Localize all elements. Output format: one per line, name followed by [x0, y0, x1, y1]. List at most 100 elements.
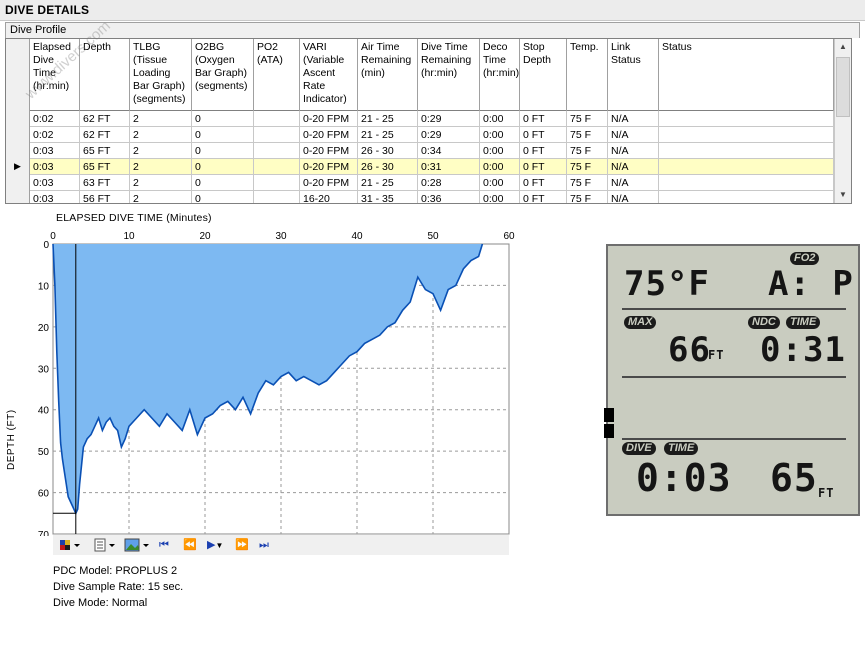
color-palette-button[interactable] — [59, 538, 83, 553]
x-tick-label: 50 — [427, 231, 439, 242]
table-cell — [254, 175, 300, 191]
column-header[interactable]: PO2 (ATA) — [254, 39, 300, 111]
table-cell: 26 - 30 — [358, 159, 418, 175]
play-icon[interactable]: ▶▼ — [207, 538, 223, 553]
rewind-icon[interactable]: ⏪ — [183, 538, 197, 553]
table-cell: 0:03 — [30, 175, 80, 191]
dive-sample-rate: Dive Sample Rate: 15 sec. — [53, 581, 184, 593]
table-cell: 0:00 — [480, 127, 520, 143]
first-frame-icon[interactable]: ⏮ — [159, 538, 169, 553]
table-cell: 0-20 FPM — [300, 143, 358, 159]
table-cell: 0 FT — [520, 159, 567, 175]
table-cell: 0:00 — [480, 159, 520, 175]
scroll-up-button[interactable]: ▲ — [835, 39, 851, 55]
table-cell: 2 — [130, 127, 192, 143]
table-row[interactable]: 0:03 63 FT 2 0 0-20 FPM 21 - 25 0:28 0:00 0 FT 75… — [6, 175, 834, 191]
chart-x-axis-title: ELAPSED DIVE TIME (Minutes) — [56, 212, 212, 224]
table-cell — [659, 127, 834, 143]
lcd-current-depth: 65 — [770, 456, 818, 500]
tab-dive-profile-label: Dive Profile — [10, 24, 67, 36]
export-report-button[interactable] — [93, 538, 117, 553]
table-cell: 0-20 FPM — [300, 159, 358, 175]
tab-dive-profile[interactable]: Dive Profile — [5, 22, 860, 38]
lcd-ndc-time: 0:31 — [760, 330, 846, 370]
row-header[interactable] — [6, 143, 30, 159]
lcd-fo2-value: A: P — [768, 264, 854, 304]
table-cell: 0:02 — [30, 127, 80, 143]
x-tick-label: 10 — [123, 231, 135, 242]
scroll-down-button[interactable]: ▼ — [835, 187, 851, 203]
table-cell: 75 F — [567, 143, 608, 159]
column-header[interactable]: Status — [659, 39, 834, 111]
row-header[interactable] — [6, 127, 30, 143]
column-header[interactable]: TLBG (Tissue Loading Bar Graph) (segment… — [130, 39, 192, 111]
lcd-depth-unit: FT — [818, 486, 835, 500]
column-header[interactable]: Link Status — [608, 39, 659, 111]
x-tick-label: 0 — [50, 231, 56, 242]
lcd-max-depth-unit: FT — [708, 348, 725, 362]
chart-toolbar: ⏮ ⏪ ▶▼ ⏩ ⏭ — [53, 534, 509, 555]
depth-profile-chart[interactable]: 0 10 20 30 40 50 60 0 10 20 30 40 50 60 70 — [10, 226, 530, 536]
lcd-indicator-bar — [604, 408, 614, 422]
table-row[interactable]: 0:02 62 FT 2 0 0-20 FPM 21 - 25 0:29 0:00 0 FT 75… — [6, 111, 834, 127]
table-cell: 75 F — [567, 159, 608, 175]
column-header[interactable]: Air Time Remaining (min) — [358, 39, 418, 111]
table-cell: 0-20 FPM — [300, 111, 358, 127]
table-row[interactable]: 0:02 62 FT 2 0 0-20 FPM 21 - 25 0:29 0:00 0 FT 75… — [6, 127, 834, 143]
table-cell: 26 - 30 — [358, 143, 418, 159]
lcd-max-depth: 66 — [668, 330, 711, 370]
column-header[interactable]: O2BG (Oxygen Bar Graph) (segments) — [192, 39, 254, 111]
y-tick-label: 20 — [38, 323, 50, 334]
max-label: MAX — [624, 316, 657, 329]
table-cell: 75 F — [567, 191, 608, 203]
table-row[interactable]: ▶ 0:03 65 FT 2 0 0-20 FPM 26 - 30 0:31 0:00 0 FT 7… — [6, 159, 834, 175]
table-cell: 0 FT — [520, 175, 567, 191]
table-cell: 2 — [130, 111, 192, 127]
table-cell: N/A — [608, 191, 659, 203]
table-cell: 0:02 — [30, 111, 80, 127]
table-cell: 0:03 — [30, 159, 80, 175]
row-header[interactable] — [6, 111, 30, 127]
page-title: DIVE DETAILS — [5, 3, 90, 17]
table-cell — [659, 175, 834, 191]
image-export-button[interactable] — [123, 538, 151, 553]
table-cell: 0:28 — [418, 175, 480, 191]
scrollbar-thumb[interactable] — [836, 57, 850, 117]
column-header[interactable]: Deco Time (hr:min) — [480, 39, 520, 111]
table-cell: 62 FT — [80, 111, 130, 127]
row-header[interactable]: ▶ — [6, 159, 30, 175]
column-header[interactable]: Temp. — [567, 39, 608, 111]
dive-profile-table[interactable]: Elapsed Dive Time (hr:min) Depth TLBG (Tis… — [5, 38, 852, 204]
table-cell: 2 — [130, 159, 192, 175]
table-row[interactable]: 0:03 56 FT 2 0 16-20 31 - 35 0:36 0:00 0 FT 75 FN… — [6, 191, 834, 203]
table-cell: 75 F — [567, 175, 608, 191]
y-tick-label: 70 — [38, 530, 50, 536]
table-cell — [659, 191, 834, 203]
lcd-indicator-bar — [604, 424, 614, 438]
table-cell: 75 F — [567, 111, 608, 127]
table-cell: 0 FT — [520, 111, 567, 127]
column-header[interactable]: Dive Time Remaining (hr:min) — [418, 39, 480, 111]
lcd-dive-time: 0:03 — [636, 456, 732, 500]
table-cell: 21 - 25 — [358, 111, 418, 127]
table-cell: 0:29 — [418, 111, 480, 127]
table-scrollbar[interactable]: ▲ ▼ — [834, 39, 851, 203]
table-cell: 63 FT — [80, 175, 130, 191]
x-tick-label: 20 — [199, 231, 211, 242]
fast-forward-icon[interactable]: ⏩ — [235, 538, 249, 553]
last-frame-icon[interactable]: ⏭ — [259, 538, 269, 553]
row-header[interactable] — [6, 175, 30, 191]
table-cell — [254, 127, 300, 143]
table-cell — [659, 111, 834, 127]
lcd-divider — [622, 376, 846, 378]
table-row[interactable]: 0:03 65 FT 2 0 0-20 FPM 26 - 30 0:34 0:00 0 FT 75… — [6, 143, 834, 159]
column-header[interactable]: VARI (Variable Ascent Rate Indicator) — [300, 39, 358, 111]
table-cell: 0 FT — [520, 127, 567, 143]
row-header[interactable] — [6, 191, 30, 203]
table-cell: 0:00 — [480, 111, 520, 127]
table-cell: 0 — [192, 143, 254, 159]
y-tick-label: 10 — [38, 281, 50, 292]
ndc-time-label: TIME — [786, 316, 821, 329]
table-cell: 0 — [192, 127, 254, 143]
column-header[interactable]: Stop Depth — [520, 39, 567, 111]
